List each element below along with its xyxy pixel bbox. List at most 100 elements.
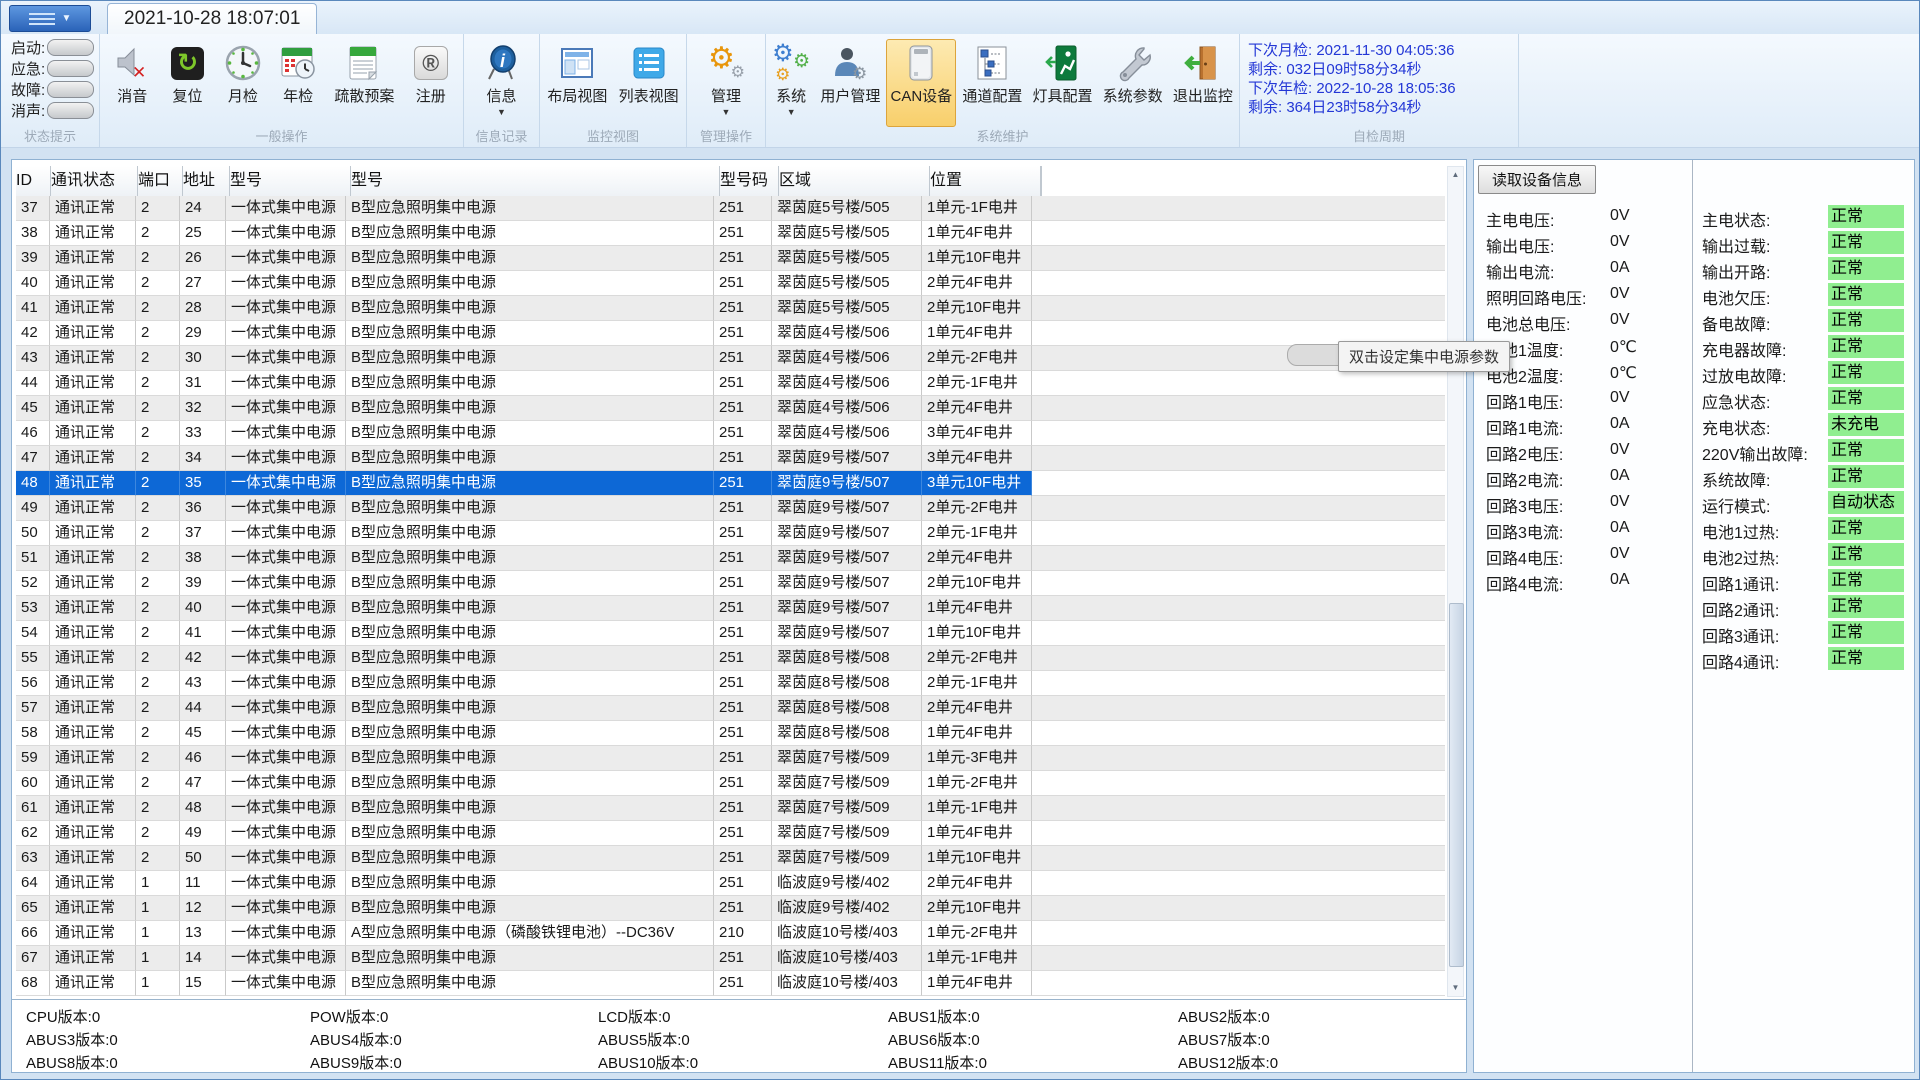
toolbar-button-list-view[interactable]: 列表视图 (615, 39, 683, 127)
window-title-tab[interactable]: 2021-10-28 18:07:01 (107, 3, 317, 34)
read-device-info-button[interactable]: 读取设备信息 (1478, 165, 1596, 194)
table-row[interactable]: 52通讯正常239一体式集中电源B型应急照明集中电源251翠茵庭9号楼/5072… (16, 571, 1445, 596)
table-row[interactable]: 43通讯正常230一体式集中电源B型应急照明集中电源251翠茵庭4号楼/5062… (16, 346, 1445, 371)
cell-position: 1单元4F电井 (922, 221, 1032, 246)
cell-model: 一体式集中电源 (226, 496, 346, 521)
evacuation-plan-icon (345, 44, 383, 82)
table-row[interactable]: 58通讯正常245一体式集中电源B型应急照明集中电源251翠茵庭8号楼/5081… (16, 721, 1445, 746)
toolbar-button-label: 用户管理 (820, 85, 880, 106)
table-row[interactable]: 42通讯正常229一体式集中电源B型应急照明集中电源251翠茵庭4号楼/5061… (16, 321, 1445, 346)
table-row[interactable]: 39通讯正常226一体式集中电源B型应急照明集中电源251翠茵庭5号楼/5051… (16, 246, 1445, 271)
table-row[interactable]: 44通讯正常231一体式集中电源B型应急照明集中电源251翠茵庭4号楼/5062… (16, 371, 1445, 396)
table-row[interactable]: 48通讯正常235一体式集中电源B型应急照明集中电源251翠茵庭9号楼/5073… (16, 471, 1445, 496)
status-row: 回路2通讯:正常 (1702, 597, 1779, 621)
table-row[interactable]: 68通讯正常115一体式集中电源B型应急照明集中电源251临波庭10号楼/403… (16, 971, 1445, 996)
column-header-model-code[interactable]: 型号码 (720, 166, 779, 197)
cell-comm-status: 通讯正常 (50, 896, 136, 921)
toolbar-button-exit-door[interactable]: 退出监控 (1169, 39, 1237, 127)
table-row[interactable]: 59通讯正常246一体式集中电源B型应急照明集中电源251翠茵庭7号楼/5091… (16, 746, 1445, 771)
table-row[interactable]: 67通讯正常114一体式集中电源B型应急照明集中电源251临波庭10号楼/403… (16, 946, 1445, 971)
column-header-comm-status[interactable]: 通讯状态 (51, 166, 138, 197)
toolbar-button-label: 退出监控 (1173, 85, 1233, 106)
toolbar-button-reset[interactable]: ↻复位 (165, 39, 211, 127)
cell-filler (1032, 846, 1445, 871)
toolbar-button-wrench[interactable]: 系统参数 (1099, 39, 1167, 127)
table-row[interactable]: 65通讯正常112一体式集中电源B型应急照明集中电源251临波庭9号楼/4022… (16, 896, 1445, 921)
column-header-address[interactable]: 地址 (183, 166, 230, 197)
cell-port: 2 (136, 471, 180, 496)
status-label: 回路4通讯: (1702, 655, 1779, 672)
table-row[interactable]: 60通讯正常247一体式集中电源B型应急照明集中电源251翠茵庭7号楼/5091… (16, 771, 1445, 796)
scroll-up-icon[interactable]: ▲ (1448, 167, 1463, 183)
column-header-position[interactable]: 位置 (930, 166, 1041, 197)
scrollbar-thumb[interactable] (1449, 603, 1464, 967)
cell-position: 1单元4F电井 (922, 321, 1032, 346)
column-header-id[interactable]: ID (16, 166, 51, 197)
table-row[interactable]: 53通讯正常240一体式集中电源B型应急照明集中电源251翠茵庭9号楼/5071… (16, 596, 1445, 621)
cell-comm-status: 通讯正常 (50, 296, 136, 321)
toolbar-button-annual-check-calendar[interactable]: 年检 (275, 39, 321, 127)
column-header-port[interactable]: 端口 (138, 166, 183, 197)
measurement-row: 输出电压:0V (1486, 233, 1554, 257)
table-row[interactable]: 64通讯正常111一体式集中电源B型应急照明集中电源251临波庭9号楼/4022… (16, 871, 1445, 896)
cell-id: 67 (16, 946, 50, 971)
column-header-area[interactable]: 区域 (779, 166, 930, 197)
status-label: 应急状态: (1702, 395, 1770, 412)
table-row[interactable]: 66通讯正常113一体式集中电源A型应急照明集中电源（磷酸铁锂电池）--DC36… (16, 921, 1445, 946)
table-row[interactable]: 50通讯正常237一体式集中电源B型应急照明集中电源251翠茵庭9号楼/5072… (16, 521, 1445, 546)
ribbon-group: ✕消音↻复位月检年检疏散预案®注册一般操作 (100, 34, 464, 147)
cell-area: 翠茵庭5号楼/505 (772, 221, 922, 246)
toolbar-button-register[interactable]: ®注册 (408, 39, 454, 127)
cell-comm-status: 通讯正常 (50, 571, 136, 596)
toolbar-button-system-gears[interactable]: ⚙⚙⚙系统▼ (768, 39, 814, 127)
table-row[interactable]: 38通讯正常225一体式集中电源B型应急照明集中电源251翠茵庭5号楼/5051… (16, 221, 1445, 246)
toolbar-button-lamp-config-exit[interactable]: 灯具配置 (1028, 39, 1096, 127)
status-badge: 正常 (1828, 569, 1904, 592)
table-row[interactable]: 40通讯正常227一体式集中电源B型应急照明集中电源251翠茵庭5号楼/5052… (16, 271, 1445, 296)
cell-model-name: B型应急照明集中电源 (346, 746, 714, 771)
table-row[interactable]: 54通讯正常241一体式集中电源B型应急照明集中电源251翠茵庭9号楼/5071… (16, 621, 1445, 646)
table-row[interactable]: 55通讯正常242一体式集中电源B型应急照明集中电源251翠茵庭8号楼/5082… (16, 646, 1445, 671)
cell-id: 55 (16, 646, 50, 671)
cell-model-code: 251 (714, 371, 772, 396)
table-row[interactable]: 56通讯正常243一体式集中电源B型应急照明集中电源251翠茵庭8号楼/5082… (16, 671, 1445, 696)
cell-port: 2 (136, 446, 180, 471)
toolbar-button-info[interactable]: i信息▼ (479, 39, 525, 127)
table-row[interactable]: 46通讯正常233一体式集中电源B型应急照明集中电源251翠茵庭4号楼/5063… (16, 421, 1445, 446)
cell-address: 37 (180, 521, 226, 546)
table-row[interactable]: 63通讯正常250一体式集中电源B型应急照明集中电源251翠茵庭7号楼/5091… (16, 846, 1445, 871)
column-header-model-name[interactable]: 型号 (351, 166, 720, 197)
app-menu-button[interactable]: ▼ (9, 5, 91, 32)
table-row[interactable]: 41通讯正常228一体式集中电源B型应急照明集中电源251翠茵庭5号楼/5052… (16, 296, 1445, 321)
cell-address: 44 (180, 696, 226, 721)
table-row[interactable]: 62通讯正常249一体式集中电源B型应急照明集中电源251翠茵庭7号楼/5091… (16, 821, 1445, 846)
toolbar-button-mute[interactable]: ✕消音 (109, 39, 155, 127)
table-row[interactable]: 57通讯正常244一体式集中电源B型应急照明集中电源251翠茵庭8号楼/5082… (16, 696, 1445, 721)
scroll-down-icon[interactable]: ▼ (1448, 980, 1463, 996)
table-row[interactable]: 37通讯正常224一体式集中电源B型应急照明集中电源251翠茵庭5号楼/5051… (16, 196, 1445, 221)
cell-address: 31 (180, 371, 226, 396)
toolbar-button-monthly-check-clock[interactable]: 月检 (220, 39, 266, 127)
measurement-value: 0℃ (1610, 337, 1637, 357)
toolbar-button-evacuation-plan[interactable]: 疏散预案 (330, 39, 398, 127)
toolbar-button-manage-gear[interactable]: ⚙⚙管理▼ (703, 39, 749, 127)
table-row[interactable]: 51通讯正常238一体式集中电源B型应急照明集中电源251翠茵庭9号楼/5072… (16, 546, 1445, 571)
toolbar-button-can-device[interactable]: CAN设备 (886, 39, 956, 127)
column-header-model[interactable]: 型号 (230, 166, 351, 197)
ribbon-group-label: 一般操作 (100, 126, 463, 145)
cell-id: 48 (16, 471, 50, 496)
vertical-scrollbar[interactable]: ▲ ▼ (1447, 166, 1464, 997)
toolbar-button-user-manage[interactable]: ⚙用户管理 (816, 39, 884, 127)
toolbar-button-layout-view[interactable]: 布局视图 (543, 39, 611, 127)
version-item: CPU版本:0 (26, 1006, 310, 1029)
table-row[interactable]: 49通讯正常236一体式集中电源B型应急照明集中电源251翠茵庭9号楼/5072… (16, 496, 1445, 521)
cell-address: 34 (180, 446, 226, 471)
toolbar-button-channel-config[interactable]: 通道配置 (958, 39, 1026, 127)
cell-address: 41 (180, 621, 226, 646)
cell-position: 2单元4F电井 (922, 546, 1032, 571)
table-row[interactable]: 61通讯正常248一体式集中电源B型应急照明集中电源251翠茵庭7号楼/5091… (16, 796, 1445, 821)
version-item: ABUS6版本:0 (888, 1029, 1178, 1052)
table-row[interactable]: 47通讯正常234一体式集中电源B型应急照明集中电源251翠茵庭9号楼/5073… (16, 446, 1445, 471)
selfcheck-info-line: 下次月检: 2021-11-30 04:05:36 (1248, 41, 1518, 60)
table-row[interactable]: 45通讯正常232一体式集中电源B型应急照明集中电源251翠茵庭4号楼/5062… (16, 396, 1445, 421)
